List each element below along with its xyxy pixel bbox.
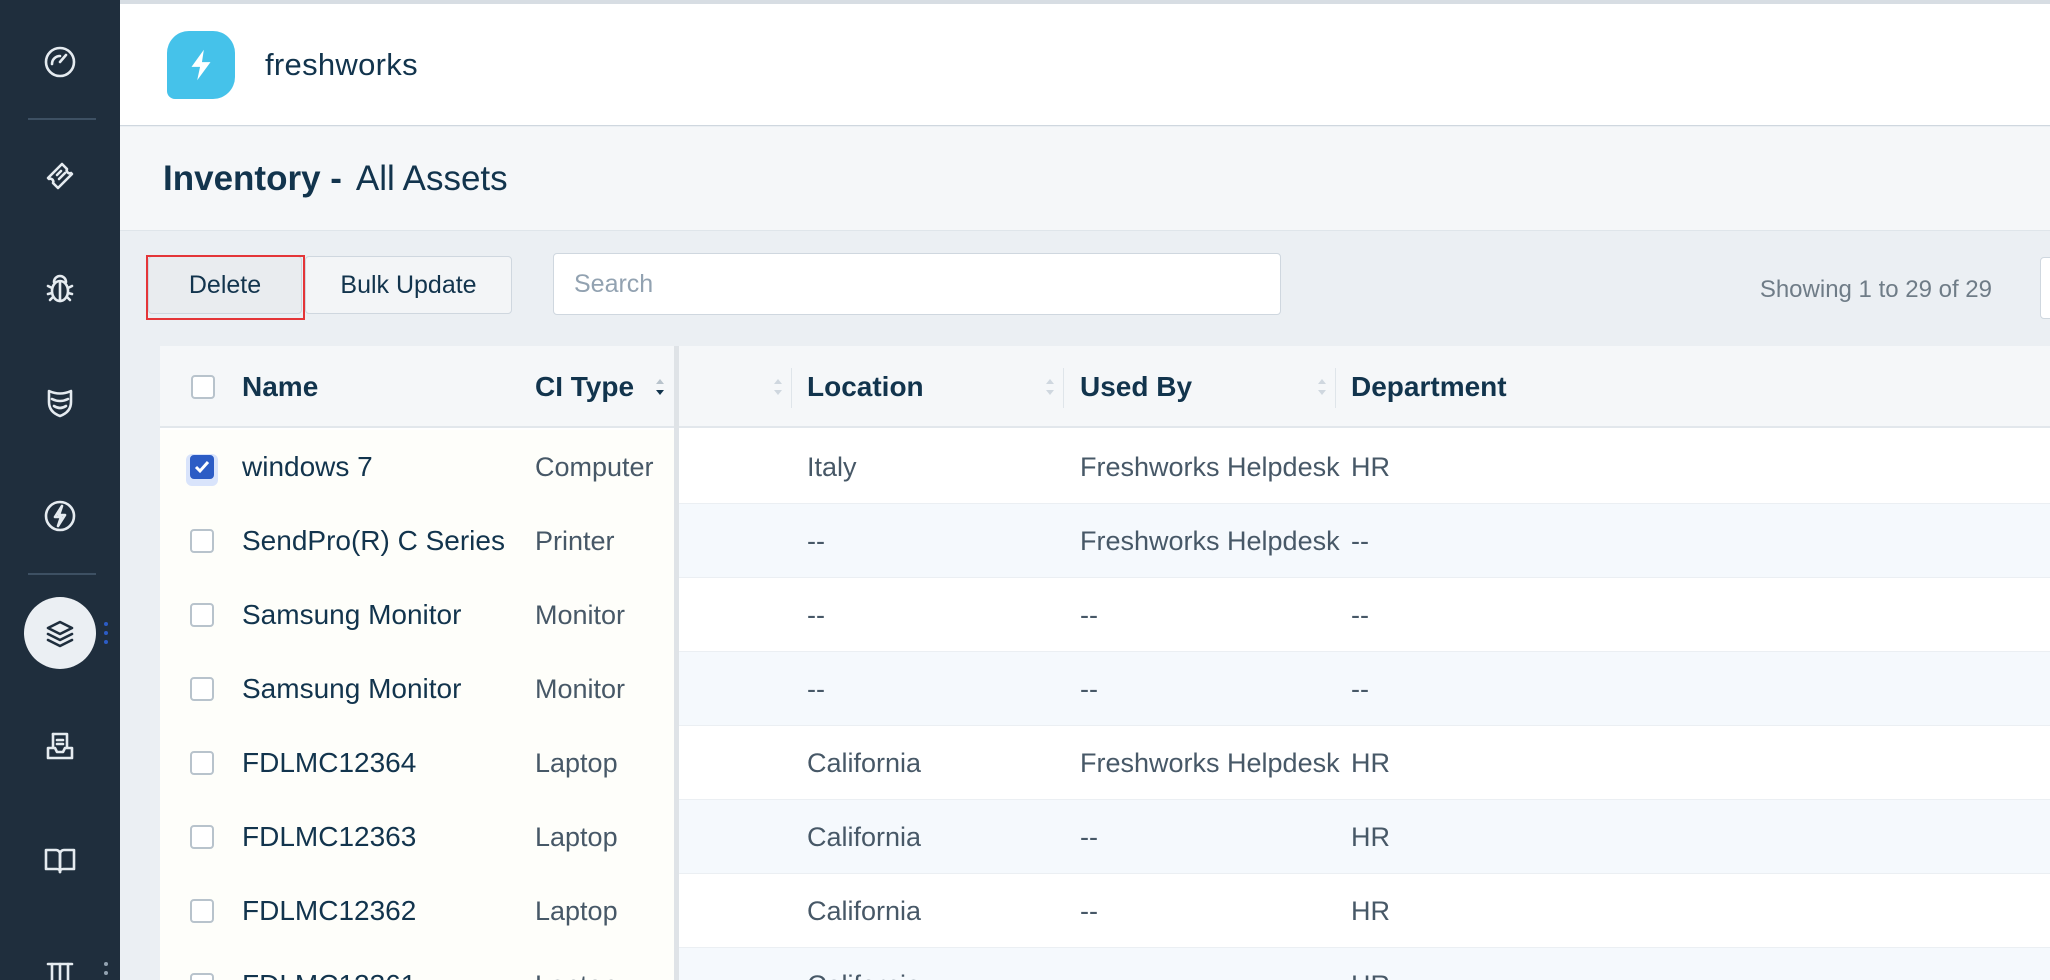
table-row[interactable]: Samsung Monitor Monitor -- -- -- bbox=[160, 578, 2050, 652]
cell-used-by: -- bbox=[1080, 673, 1098, 704]
cell-name[interactable]: FDLMC12363 bbox=[242, 800, 416, 874]
table-row[interactable]: windows 7 Computer Italy Freshworks Helpdes… bbox=[160, 430, 2050, 504]
page-header: Inventory - All Assets bbox=[120, 127, 2050, 231]
cell-location: California bbox=[807, 895, 922, 926]
cell-location: -- bbox=[807, 525, 825, 556]
per-page-select[interactable] bbox=[2040, 257, 2050, 319]
checkmark-icon bbox=[194, 461, 210, 474]
cell-ci-type: Laptop bbox=[535, 948, 618, 980]
assets-table: Name CI Type Location Used By Department wi… bbox=[160, 346, 2050, 980]
frozen-column-divider bbox=[674, 346, 679, 980]
cell-department: -- bbox=[1351, 599, 1369, 630]
layers-icon[interactable] bbox=[24, 597, 96, 669]
cell-department: HR bbox=[1351, 747, 1390, 778]
sidebar bbox=[0, 0, 120, 980]
active-indicator-dots bbox=[104, 622, 108, 644]
cell-used-by: -- bbox=[1080, 821, 1098, 852]
cell-location: Italy bbox=[807, 451, 857, 482]
cell-ci-type: Laptop bbox=[535, 821, 618, 852]
cell-ci-type: Laptop bbox=[535, 895, 618, 926]
cell-name[interactable]: Samsung Monitor bbox=[242, 578, 461, 652]
bug-icon[interactable] bbox=[24, 252, 96, 324]
cell-used-by: Freshworks Helpdesk bbox=[1080, 525, 1340, 556]
sidebar-divider bbox=[28, 573, 96, 575]
top-bar: freshworks bbox=[120, 4, 2050, 126]
sort-icon[interactable] bbox=[772, 374, 784, 400]
cell-name[interactable]: FDLMC12362 bbox=[242, 874, 416, 948]
cell-ci-type: Monitor bbox=[535, 599, 626, 630]
cell-department: HR bbox=[1351, 451, 1390, 482]
search-input[interactable] bbox=[553, 253, 1281, 315]
cell-used-by: -- bbox=[1080, 599, 1098, 630]
cell-name[interactable]: FDLMC12364 bbox=[242, 726, 416, 800]
column-header-used-by[interactable]: Used By bbox=[1080, 346, 1192, 428]
column-header-department[interactable]: Department bbox=[1351, 346, 1507, 428]
sort-icon[interactable] bbox=[1316, 374, 1328, 400]
table-header: Name CI Type Location Used By Department bbox=[160, 346, 2050, 428]
cell-department: -- bbox=[1351, 673, 1369, 704]
cell-ci-type: Computer bbox=[535, 451, 654, 482]
cell-department: HR bbox=[1351, 895, 1390, 926]
cell-location: -- bbox=[807, 599, 825, 630]
table-row[interactable]: FDLMC12364 Laptop California Freshworks Hel… bbox=[160, 726, 2050, 800]
inbox-tray-icon[interactable] bbox=[24, 710, 96, 782]
table-row[interactable]: FDLMC12363 Laptop California -- HR bbox=[160, 800, 2050, 874]
sort-icon[interactable] bbox=[1044, 374, 1056, 400]
cell-location: -- bbox=[807, 673, 825, 704]
table-row[interactable]: SendPro(R) C Series Printer -- Freshworks H… bbox=[160, 504, 2050, 578]
row-checkbox[interactable] bbox=[190, 825, 214, 849]
cell-location: California bbox=[807, 821, 922, 852]
column-header-ci-type[interactable]: CI Type bbox=[535, 346, 634, 428]
cell-ci-type: Laptop bbox=[535, 747, 618, 778]
page-title: Inventory - bbox=[163, 158, 342, 198]
row-checkbox[interactable] bbox=[190, 677, 214, 701]
cell-location: California bbox=[807, 747, 922, 778]
cell-used-by: -- bbox=[1080, 895, 1098, 926]
column-separator[interactable] bbox=[791, 368, 792, 408]
select-all-checkbox[interactable] bbox=[191, 375, 215, 399]
column-separator[interactable] bbox=[1063, 368, 1064, 408]
row-checkbox[interactable] bbox=[190, 751, 214, 775]
page-subtitle[interactable]: All Assets bbox=[356, 159, 508, 199]
book-icon[interactable] bbox=[24, 824, 96, 896]
column-header-name[interactable]: Name bbox=[242, 346, 318, 428]
lightning-icon[interactable] bbox=[24, 480, 96, 552]
cell-used-by: Freshworks Helpdesk bbox=[1080, 747, 1340, 778]
pagination-summary: Showing 1 to 29 of 29 bbox=[1759, 276, 1992, 303]
cell-ci-type: Monitor bbox=[535, 673, 626, 704]
cell-name[interactable]: Samsung Monitor bbox=[242, 652, 461, 726]
column-separator[interactable] bbox=[1335, 368, 1336, 408]
cell-department: -- bbox=[1351, 525, 1369, 556]
lightning-bolt-icon bbox=[191, 49, 211, 80]
cell-name[interactable]: FDLMC12361 bbox=[242, 948, 416, 980]
cell-used-by: Freshworks Helpdesk bbox=[1080, 451, 1340, 482]
delete-button[interactable]: Delete bbox=[148, 256, 302, 314]
bar-chart-icon[interactable] bbox=[24, 936, 96, 980]
sort-icon[interactable] bbox=[654, 374, 666, 400]
brand-name: freshworks bbox=[265, 46, 418, 82]
cell-department: HR bbox=[1351, 948, 1390, 980]
cell-department: HR bbox=[1351, 821, 1390, 852]
cell-location: California bbox=[807, 948, 921, 980]
more-dots bbox=[104, 962, 108, 975]
row-checkbox[interactable] bbox=[190, 973, 214, 980]
cell-ci-type: Printer bbox=[535, 525, 615, 556]
cell-name[interactable]: windows 7 bbox=[242, 430, 373, 504]
dashboard-gauge-icon[interactable] bbox=[24, 26, 96, 98]
cell-used-by: -- bbox=[1080, 948, 1098, 980]
table-row[interactable]: FDLMC12362 Laptop California -- HR bbox=[160, 874, 2050, 948]
freshworks-logo[interactable] bbox=[167, 30, 235, 99]
cell-name[interactable]: SendPro(R) C Series bbox=[242, 504, 505, 578]
shield-icon[interactable] bbox=[24, 366, 96, 438]
sidebar-divider bbox=[28, 118, 96, 120]
table-row[interactable]: FDLMC12361 Laptop California -- HR bbox=[160, 948, 2050, 980]
row-checkbox[interactable] bbox=[190, 455, 214, 479]
row-checkbox[interactable] bbox=[190, 899, 214, 923]
column-header-location[interactable]: Location bbox=[807, 346, 924, 428]
ticket-icon[interactable] bbox=[24, 140, 96, 212]
table-row[interactable]: Samsung Monitor Monitor -- -- -- bbox=[160, 652, 2050, 726]
bulk-update-button[interactable]: Bulk Update bbox=[305, 256, 512, 314]
row-checkbox[interactable] bbox=[190, 529, 214, 553]
row-checkbox[interactable] bbox=[190, 603, 214, 627]
